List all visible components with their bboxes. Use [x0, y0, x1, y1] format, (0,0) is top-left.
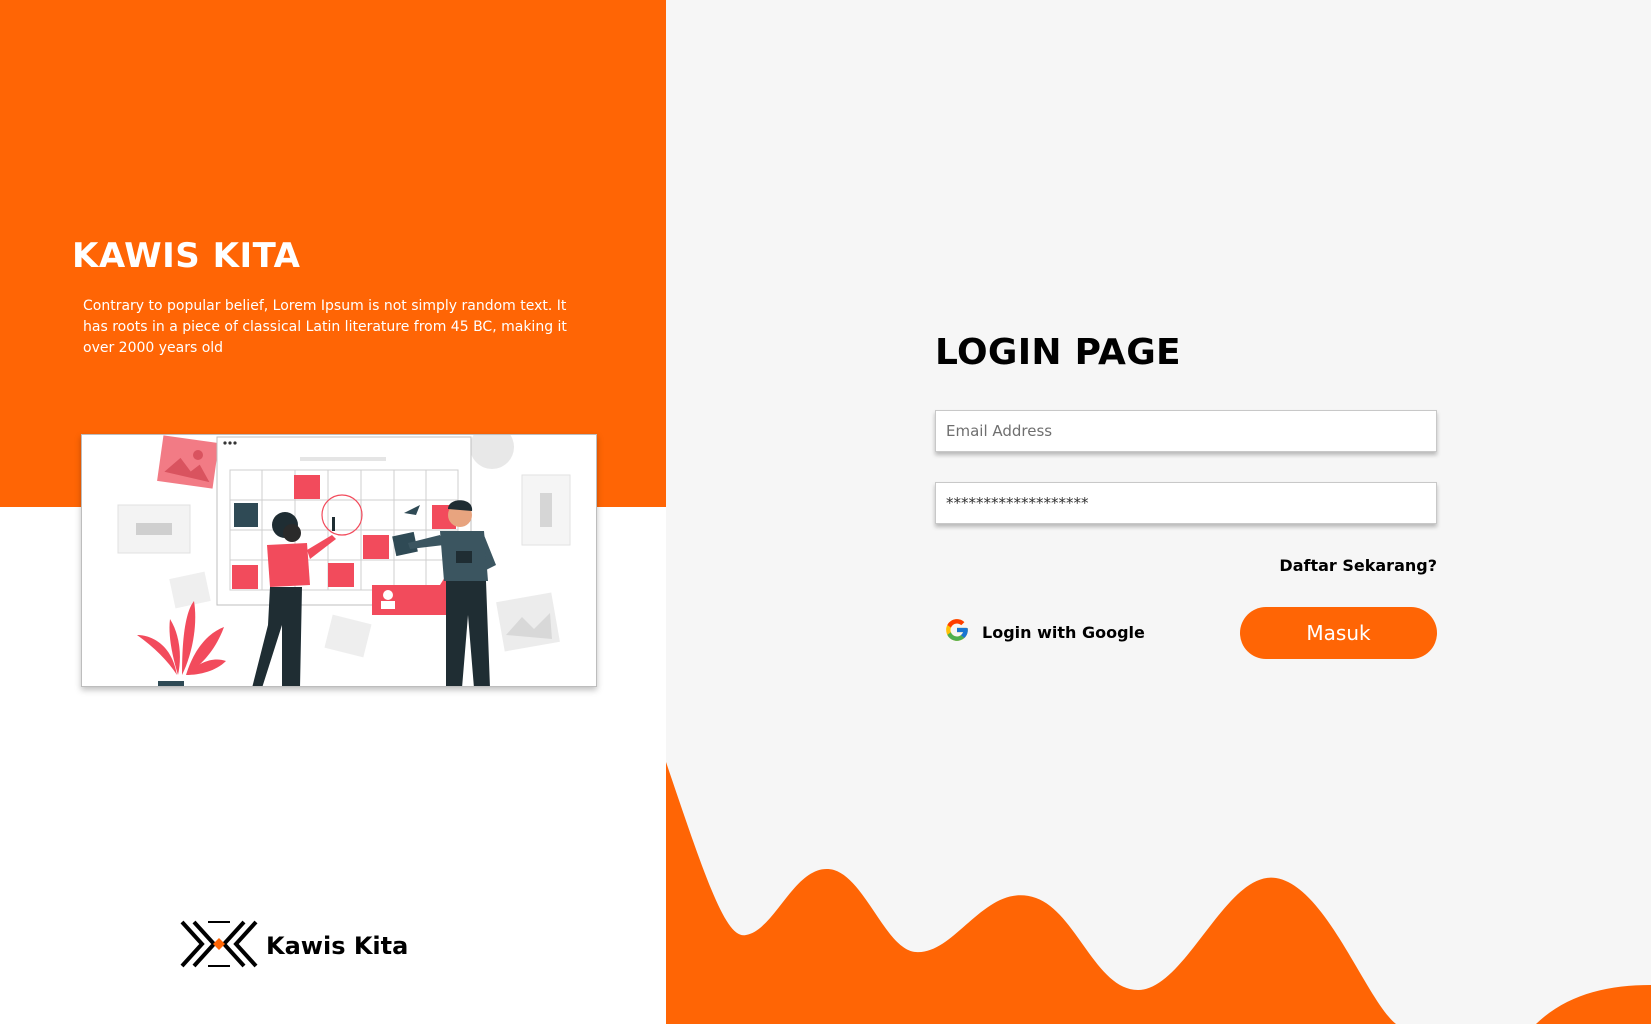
google-g-icon — [944, 617, 970, 647]
register-link[interactable]: Daftar Sekarang? — [1279, 556, 1437, 575]
brand-panel: KAWIS KITA Contrary to popular belief, L… — [0, 0, 666, 1024]
brand-logo: Kawis Kita — [178, 918, 408, 974]
submit-button[interactable]: Masuk — [1240, 607, 1437, 659]
login-page: KAWIS KITA Contrary to popular belief, L… — [0, 0, 1651, 1024]
password-field[interactable] — [935, 482, 1437, 524]
calendar-planning-illustration — [81, 434, 597, 687]
email-field[interactable] — [935, 410, 1437, 452]
google-login-button[interactable]: Login with Google — [944, 617, 1145, 647]
brand-description: Contrary to popular belief, Lorem Ipsum … — [83, 298, 567, 356]
google-button-label: Login with Google — [982, 622, 1145, 642]
page-title: LOGIN PAGE — [935, 332, 1181, 373]
kawis-kita-logo-icon — [178, 918, 260, 974]
login-panel: LOGIN PAGE Daftar Sekarang? Login with G… — [666, 0, 1651, 1024]
brand-title: KAWIS KITA — [72, 236, 301, 276]
logo-name: Kawis Kita — [266, 932, 409, 960]
